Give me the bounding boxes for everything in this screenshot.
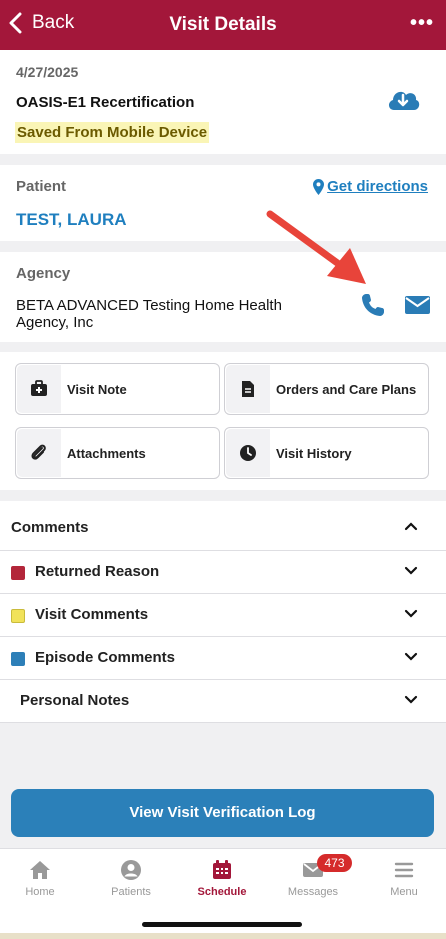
tab-home[interactable]: Home bbox=[0, 849, 85, 907]
chevron-down-icon bbox=[404, 652, 418, 661]
calendar-icon bbox=[213, 860, 231, 879]
visit-date: 4/27/2025 bbox=[16, 64, 79, 80]
episode-comments-label: Episode Comments bbox=[35, 649, 176, 666]
chevron-up-icon bbox=[404, 522, 418, 531]
envelope-icon[interactable] bbox=[405, 296, 430, 314]
tab-patients[interactable]: Patients bbox=[86, 849, 176, 907]
blue-note-icon bbox=[11, 652, 25, 666]
tile-icon-bg bbox=[226, 365, 270, 413]
tab-schedule[interactable]: Schedule bbox=[177, 849, 267, 907]
patient-label: Patient bbox=[16, 178, 67, 195]
chevron-down-icon bbox=[404, 609, 418, 618]
clock-icon bbox=[240, 445, 256, 461]
home-indicator bbox=[142, 922, 302, 927]
comments-header[interactable]: Comments bbox=[0, 501, 446, 551]
tab-messages-label: Messages bbox=[287, 886, 339, 898]
unread-count-badge: 473 bbox=[317, 854, 352, 872]
visit-comments-row[interactable]: Visit Comments bbox=[0, 594, 446, 637]
visit-note-label: Visit Note bbox=[67, 382, 127, 397]
visit-comments-label: Visit Comments bbox=[35, 606, 149, 623]
yellow-note-icon bbox=[11, 609, 25, 623]
screen-bottom-edge bbox=[0, 933, 446, 939]
visit-history-label: Visit History bbox=[276, 446, 352, 461]
tile-icon-bg bbox=[17, 429, 61, 477]
view-visit-verification-log-button[interactable]: View Visit Verification Log bbox=[11, 789, 434, 837]
patient-name[interactable]: TEST, LAURA bbox=[16, 210, 127, 230]
comments-title: Comments bbox=[11, 519, 89, 536]
chevron-down-icon bbox=[404, 566, 418, 575]
visit-summary-card: 4/27/2025 OASIS-E1 Recertification Saved… bbox=[0, 50, 446, 154]
hamburger-icon bbox=[394, 862, 414, 878]
phone-icon[interactable] bbox=[360, 292, 386, 318]
tab-patients-label: Patients bbox=[111, 886, 151, 898]
tab-menu-label: Menu bbox=[390, 886, 418, 898]
map-pin-icon bbox=[313, 178, 325, 195]
agency-label: Agency bbox=[16, 265, 71, 282]
get-directions-link[interactable]: Get directions bbox=[313, 178, 428, 195]
visit-note-button[interactable]: Visit Note bbox=[15, 363, 220, 415]
actions-grid: Visit Note Orders and Care Plans Attachm… bbox=[0, 352, 446, 490]
chevron-down-icon bbox=[404, 695, 418, 704]
visit-history-button[interactable]: Visit History bbox=[224, 427, 429, 479]
get-directions-label: Get directions bbox=[327, 178, 428, 195]
returned-reason-row[interactable]: Returned Reason bbox=[0, 551, 446, 594]
agency-name: BETA ADVANCED Testing Home Health Agency… bbox=[16, 297, 282, 331]
medical-kit-icon bbox=[31, 380, 47, 396]
cloud-download-icon[interactable] bbox=[386, 86, 420, 112]
more-options-icon[interactable]: ••• bbox=[410, 12, 434, 35]
home-icon bbox=[30, 861, 50, 879]
document-icon bbox=[242, 381, 254, 397]
attachments-label: Attachments bbox=[67, 446, 146, 461]
red-note-icon bbox=[11, 566, 25, 580]
comments-section: Comments Returned Reason Visit Comments … bbox=[0, 501, 446, 723]
top-nav-bar: Back Visit Details ••• bbox=[0, 0, 446, 50]
patient-card: Patient Get directions TEST, LAURA bbox=[0, 165, 446, 241]
orders-care-plans-button[interactable]: Orders and Care Plans bbox=[224, 363, 429, 415]
tab-menu[interactable]: Menu bbox=[359, 849, 446, 907]
status-badge: Saved From Mobile Device bbox=[15, 122, 210, 143]
orders-care-plans-label: Orders and Care Plans bbox=[276, 382, 417, 397]
returned-reason-label: Returned Reason bbox=[35, 563, 160, 580]
visit-type: OASIS-E1 Recertification bbox=[16, 94, 195, 111]
attachments-button[interactable]: Attachments bbox=[15, 427, 220, 479]
paperclip-icon bbox=[31, 444, 46, 460]
tile-icon-bg bbox=[226, 429, 270, 477]
tab-schedule-label: Schedule bbox=[197, 886, 247, 898]
personal-notes-label: Personal Notes bbox=[20, 692, 130, 709]
personal-notes-row[interactable]: Personal Notes bbox=[0, 680, 446, 723]
page-title: Visit Details bbox=[169, 14, 277, 35]
tile-icon-bg bbox=[17, 365, 61, 413]
tab-home-label: Home bbox=[25, 886, 55, 898]
user-icon bbox=[121, 860, 141, 880]
episode-comments-row[interactable]: Episode Comments bbox=[0, 637, 446, 680]
